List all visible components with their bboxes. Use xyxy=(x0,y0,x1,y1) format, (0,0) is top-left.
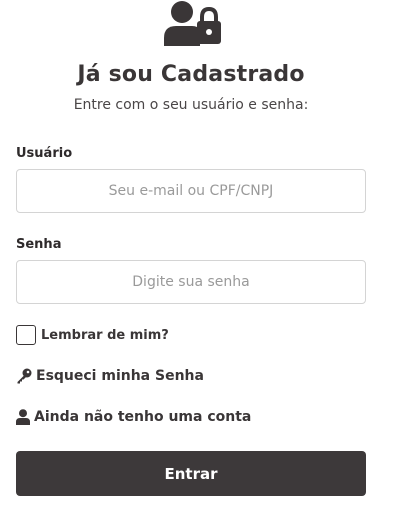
username-label: Usuário xyxy=(16,146,73,161)
remember-me-checkbox[interactable] xyxy=(16,325,36,345)
submit-button[interactable]: Entrar xyxy=(16,451,366,496)
no-account-label: Ainda não tenho uma conta xyxy=(34,409,252,425)
key-icon xyxy=(17,368,32,384)
forgot-password-label: Esqueci minha Senha xyxy=(36,368,204,384)
user-icon xyxy=(16,409,30,425)
page-subtitle: Entre com o seu usuário e senha: xyxy=(73,97,309,113)
password-input[interactable] xyxy=(16,260,366,304)
password-label: Senha xyxy=(16,237,62,252)
no-account-link[interactable]: Ainda não tenho uma conta xyxy=(16,409,251,425)
forgot-password-link[interactable]: Esqueci minha Senha xyxy=(16,368,204,384)
remember-me-label: Lembrar de mim? xyxy=(41,327,169,343)
login-panel: Já sou Cadastrado Entre com o seu usuári… xyxy=(0,0,409,511)
remember-me-row[interactable]: Lembrar de mim? xyxy=(16,325,169,345)
page-title: Já sou Cadastrado xyxy=(77,62,305,87)
username-input[interactable] xyxy=(16,169,366,213)
user-lock-icon xyxy=(164,1,221,46)
